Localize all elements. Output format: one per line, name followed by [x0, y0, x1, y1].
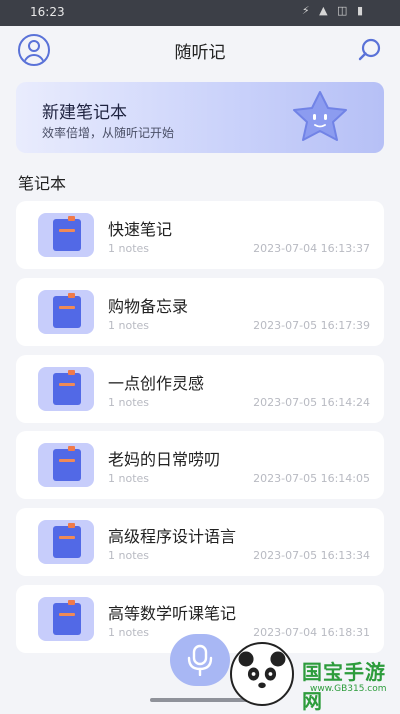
banner-title: 新建笔记本 — [42, 103, 127, 123]
list-item[interactable]: 快速笔记 1 notes 2023-07-04 16:13:37 — [16, 201, 384, 269]
microphone-icon — [187, 644, 213, 676]
watermark: 国宝手游网 www.GB315.com — [218, 638, 400, 713]
notebook-count: 1 notes — [108, 472, 150, 486]
notebook-date: 2023-07-05 16:14:24 — [253, 395, 370, 409]
notebook-icon — [38, 443, 94, 488]
notebook-count: 1 notes — [108, 625, 150, 639]
banner-subtitle: 效率倍增，从随听记开始 — [42, 126, 175, 140]
status-time: 16:23 — [30, 5, 65, 19]
notebook-icon — [38, 213, 94, 257]
notebook-date: 2023-07-05 16:13:34 — [253, 549, 370, 563]
notebook-icon — [38, 366, 94, 411]
notebook-count: 1 notes — [108, 242, 150, 255]
notebook-name: 高等数学听课笔记 — [108, 603, 237, 623]
notebook-date: 2023-07-05 16:17:39 — [253, 318, 370, 332]
page-title: 随听记 — [174, 43, 226, 63]
notebook-count: 1 notes — [108, 395, 150, 409]
notebook-list: 快速笔记 1 notes 2023-07-04 16:13:37 购物备忘录 1… — [16, 201, 384, 662]
list-item[interactable]: 购物备忘录 1 notes 2023-07-05 16:17:39 — [16, 277, 384, 346]
list-item[interactable]: 高级程序设计语言 1 notes 2023-07-05 16:13:34 — [16, 508, 384, 577]
notebook-name: 老妈的日常唠叨 — [108, 450, 221, 470]
notebook-icon — [38, 520, 94, 565]
watermark-url: www.GB315.com — [310, 684, 387, 694]
search-icon[interactable] — [356, 36, 384, 64]
notebook-name: 购物备忘录 — [108, 296, 189, 316]
notebook-date: 2023-07-05 16:14:05 — [253, 472, 370, 486]
app-header: 随听记 — [0, 26, 400, 74]
notebook-icon — [38, 596, 94, 641]
status-icons: ⚡ ▲ ◫ ▮ — [301, 4, 366, 17]
new-notebook-banner[interactable]: 新建笔记本 效率倍增，从随听记开始 — [16, 82, 384, 153]
notebook-icon — [38, 289, 94, 334]
notebook-name: 一点创作灵感 — [108, 373, 205, 393]
status-bar: 16:23 ⚡ ▲ ◫ ▮ — [0, 0, 400, 26]
notebooks-section-title: 笔记本 — [18, 174, 67, 193]
notebook-date: 2023-07-04 16:13:37 — [253, 242, 370, 255]
panda-logo-icon — [230, 642, 294, 706]
notebook-count: 1 notes — [108, 318, 150, 332]
star-mascot-icon — [293, 91, 347, 141]
list-item[interactable]: 老妈的日常唠叨 1 notes 2023-07-05 16:14:05 — [16, 431, 384, 500]
notebook-name: 快速笔记 — [108, 220, 173, 239]
list-item[interactable]: 一点创作灵感 1 notes 2023-07-05 16:14:24 — [16, 354, 384, 423]
notebook-name: 高级程序设计语言 — [108, 527, 237, 547]
notebook-count: 1 notes — [108, 549, 150, 563]
